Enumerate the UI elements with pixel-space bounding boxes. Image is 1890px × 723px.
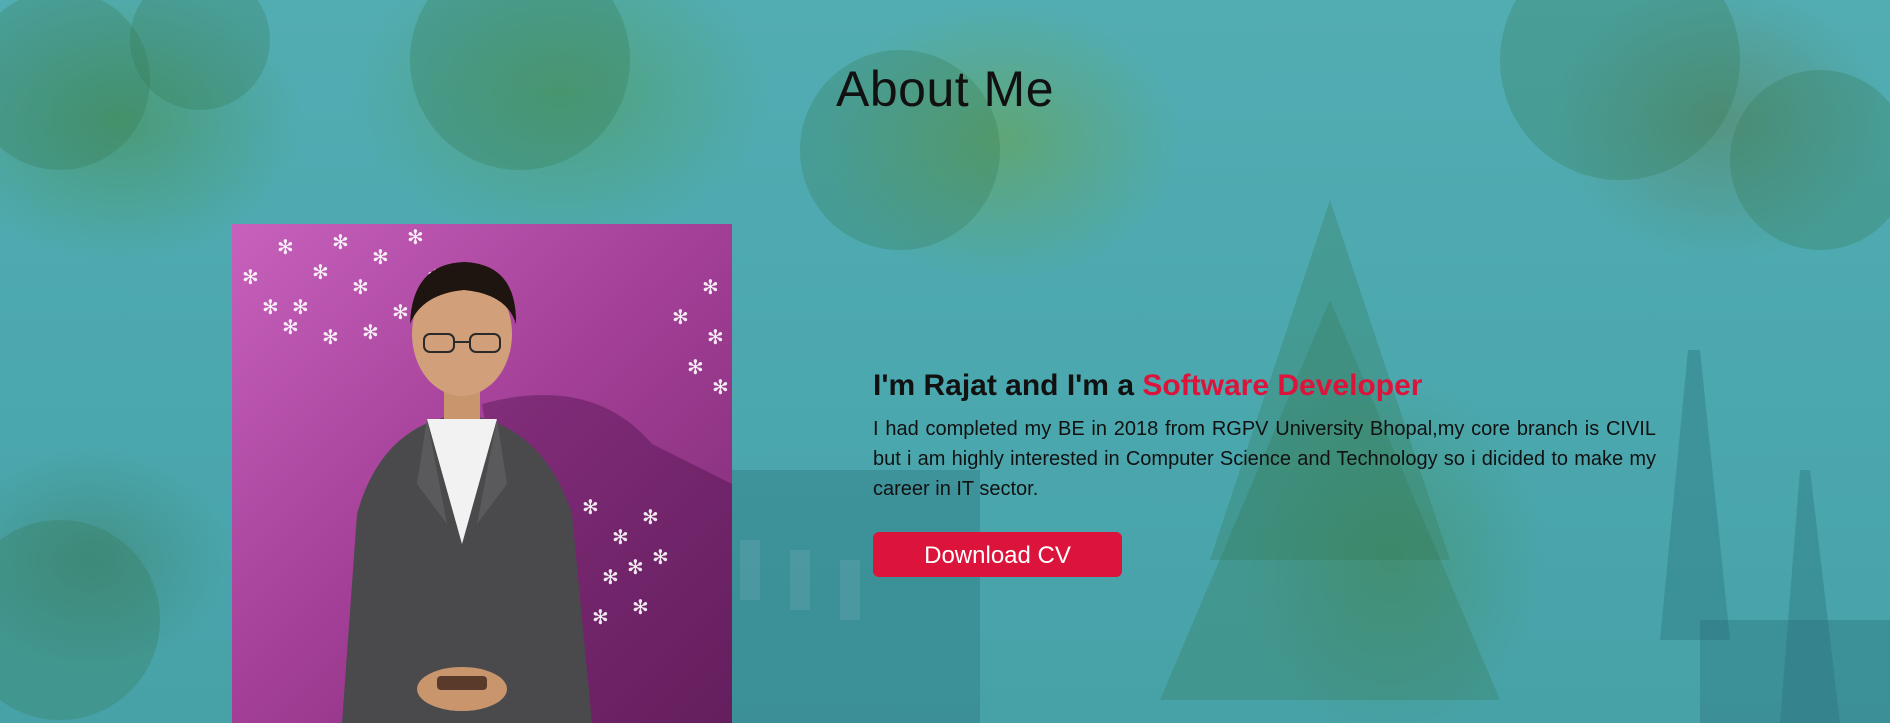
svg-text:✻: ✻ [602,565,619,589]
svg-text:✻: ✻ [707,325,724,349]
svg-text:✻: ✻ [352,275,369,299]
svg-text:✻: ✻ [282,315,299,339]
svg-text:✻: ✻ [407,225,424,249]
svg-text:✻: ✻ [277,235,294,259]
section-title: About Me [835,61,1054,117]
svg-text:✻: ✻ [712,375,729,399]
svg-text:✻: ✻ [592,605,609,629]
about-content: I'm Rajat and I'm a Software Developer I… [873,366,1656,577]
svg-text:✻: ✻ [702,275,719,299]
profile-photo: ✻✻✻ ✻✻✻ ✻✻✻ ✻✻✻ ✻✻ ✻✻✻ ✻✻ ✻✻✻ ✻✻✻ ✻✻ [232,224,732,723]
svg-text:✻: ✻ [672,305,689,329]
svg-text:✻: ✻ [392,300,409,324]
svg-text:✻: ✻ [627,555,644,579]
intro-heading-prefix: I'm Rajat and I'm a [873,369,1143,402]
svg-text:✻: ✻ [582,495,599,519]
svg-text:✻: ✻ [242,265,259,289]
svg-text:✻: ✻ [332,230,349,254]
svg-text:✻: ✻ [642,505,659,529]
about-description: I had completed my BE in 2018 from RGPV … [873,418,1656,500]
svg-text:✻: ✻ [322,325,339,349]
svg-text:✻: ✻ [312,260,329,284]
svg-text:✻: ✻ [687,355,704,379]
intro-heading-role: Software Developer [1142,369,1423,402]
intro-heading: I'm Rajat and I'm a Software Developer [873,366,1656,406]
svg-text:✻: ✻ [362,320,379,344]
download-cv-button[interactable]: Download CV [873,532,1122,577]
svg-text:✻: ✻ [652,545,669,569]
svg-text:✻: ✻ [262,295,279,319]
svg-text:✻: ✻ [372,245,389,269]
svg-text:✻: ✻ [612,525,629,549]
svg-text:✻: ✻ [632,595,649,619]
